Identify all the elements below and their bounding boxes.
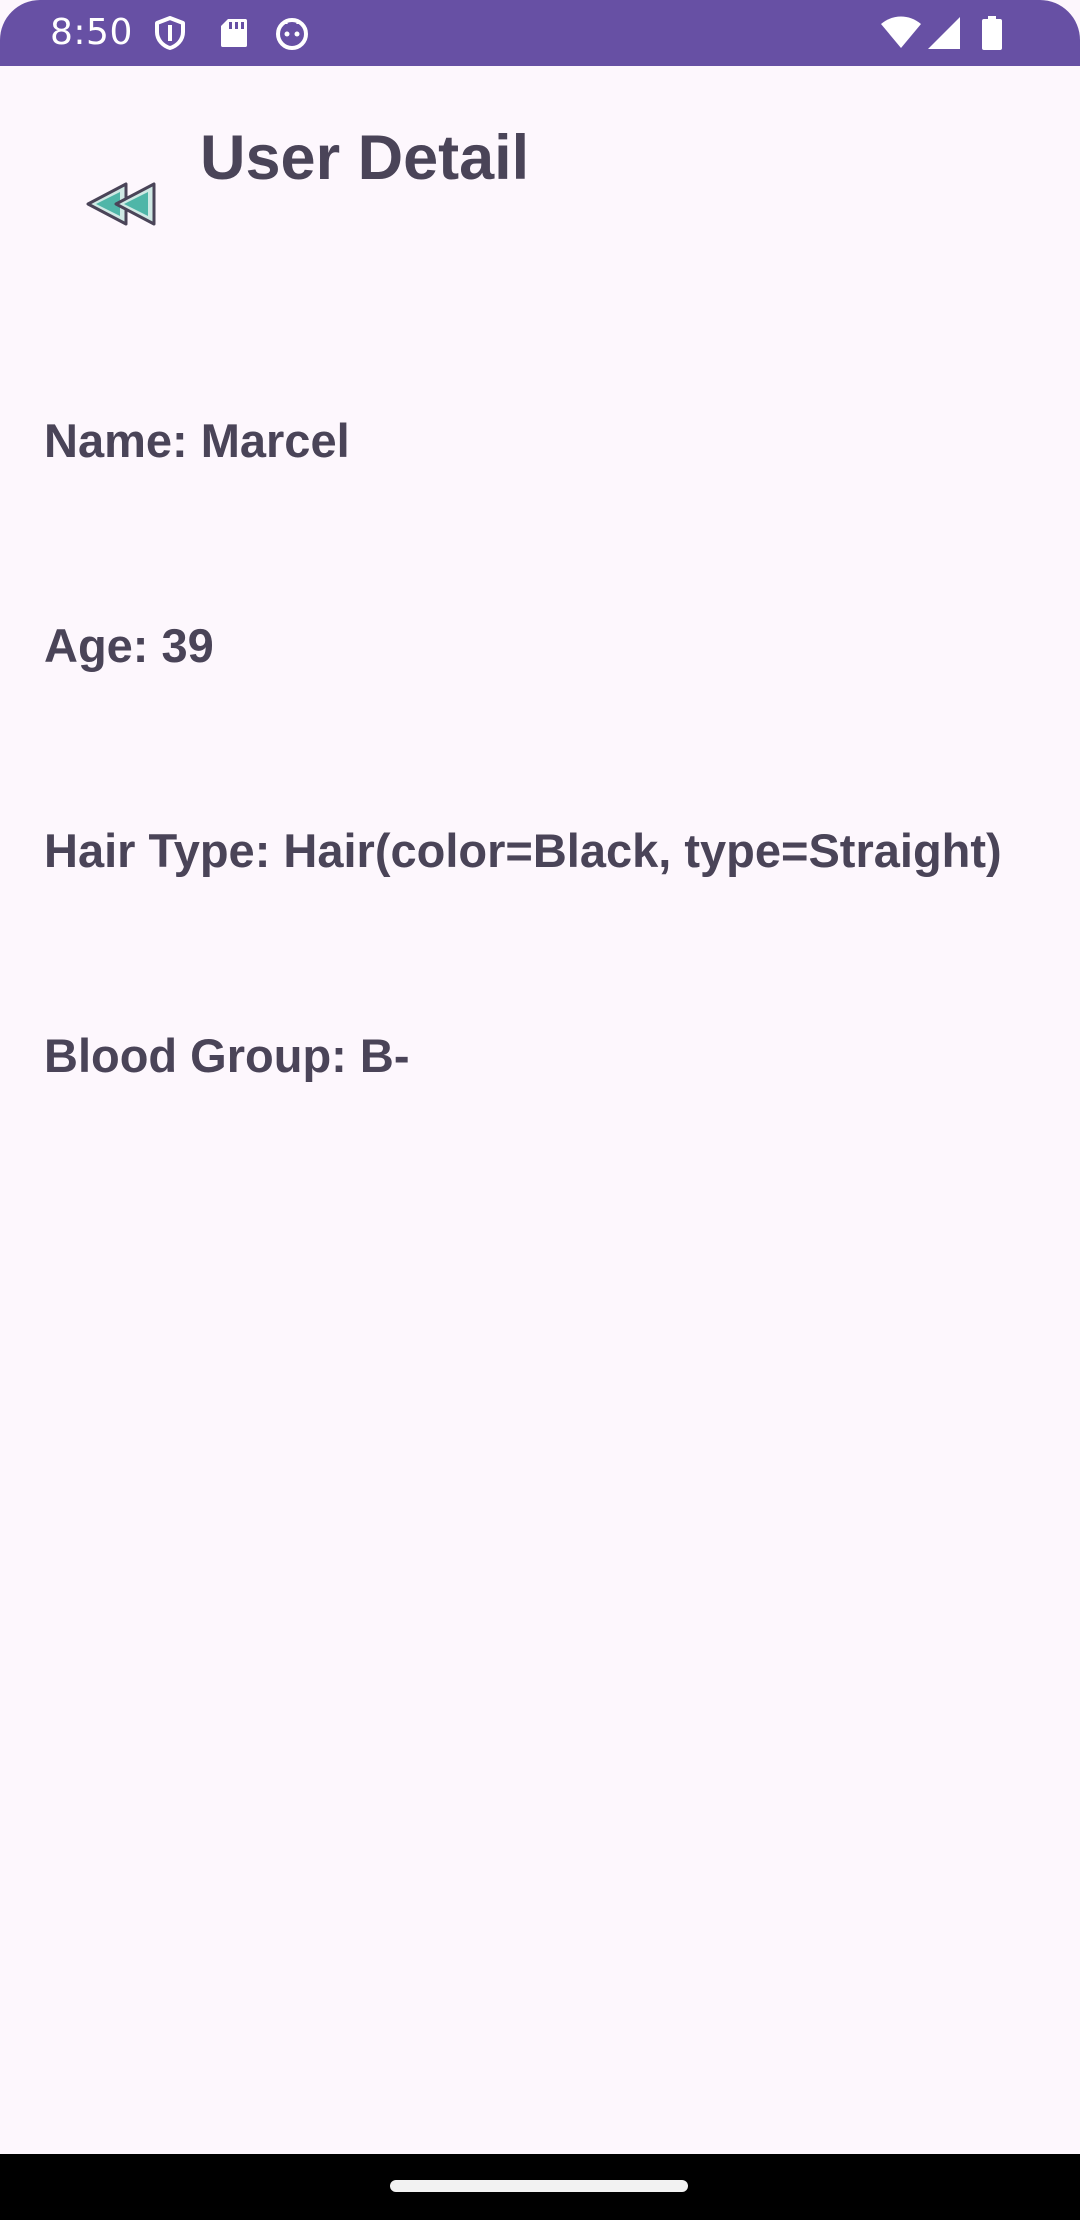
user-detail-screen: User Detail Name: Marcel Age: 39 Hair Ty… bbox=[0, 66, 1080, 2154]
home-gesture-handle[interactable] bbox=[390, 2180, 688, 2192]
hair-type-label: Hair Type: Hair(color=Black, type=Straig… bbox=[44, 824, 1002, 877]
double-triangle-back-icon[interactable] bbox=[82, 164, 162, 244]
blood-group-label: Blood Group: B- bbox=[44, 1029, 410, 1082]
cell-signal-icon bbox=[928, 17, 960, 49]
age-label: Age: 39 bbox=[44, 619, 214, 672]
battery-icon bbox=[982, 16, 1002, 50]
status-bar: 8:50 bbox=[0, 0, 1080, 66]
status-time: 8:50 bbox=[50, 12, 133, 53]
name-label: Name: Marcel bbox=[44, 414, 350, 467]
navigation-bar bbox=[0, 2154, 1080, 2220]
wifi-icon bbox=[881, 16, 921, 48]
shield-icon bbox=[155, 16, 185, 50]
cat-face-icon bbox=[276, 18, 308, 50]
sd-card-icon bbox=[221, 19, 247, 47]
page-title: User Detail bbox=[200, 123, 530, 193]
